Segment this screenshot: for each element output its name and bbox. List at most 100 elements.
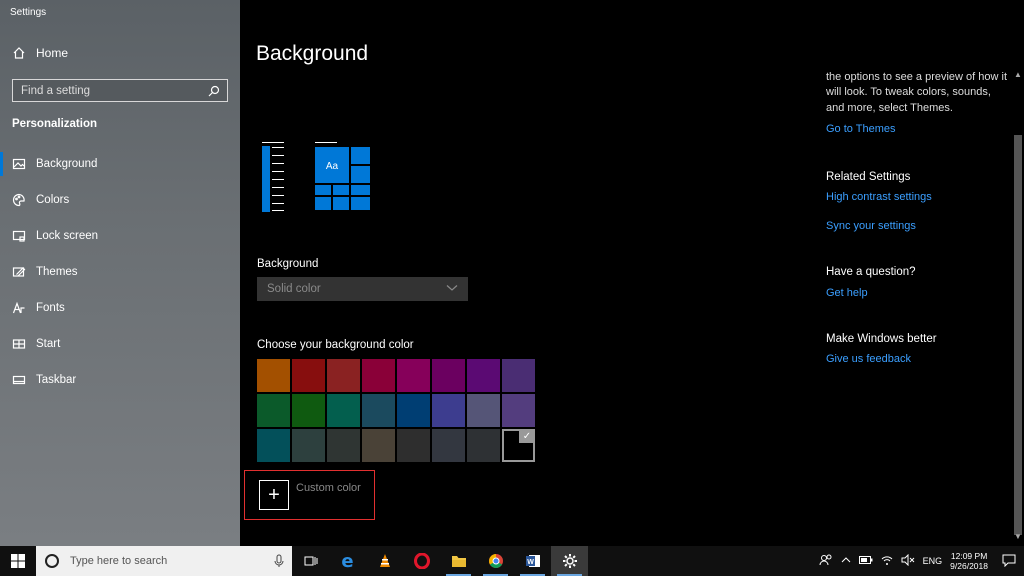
- feedback-link[interactable]: Give us feedback: [826, 352, 1011, 367]
- scrollbar-thumb[interactable]: [1014, 135, 1022, 535]
- color-swatch[interactable]: [397, 394, 430, 427]
- taskbar: e W: [0, 546, 1024, 576]
- sidebar-item-themes[interactable]: Themes: [0, 254, 240, 290]
- page-title: Background: [256, 42, 369, 65]
- color-swatch[interactable]: [362, 429, 395, 462]
- color-swatch[interactable]: [327, 359, 360, 392]
- task-view-icon[interactable]: [292, 546, 329, 576]
- color-swatch[interactable]: [362, 359, 395, 392]
- search-icon[interactable]: [207, 84, 221, 98]
- volume-muted-icon[interactable]: [901, 553, 915, 568]
- color-swatch-grid: ✓: [257, 359, 535, 462]
- taskbar-apps: e W: [292, 546, 588, 576]
- dropdown-value: Solid color: [267, 283, 321, 295]
- color-swatch[interactable]: [327, 429, 360, 462]
- home-label: Home: [36, 46, 69, 60]
- color-swatch[interactable]: [397, 429, 430, 462]
- find-setting-search[interactable]: [12, 79, 228, 102]
- windows-logo-icon: [11, 554, 25, 568]
- color-swatch[interactable]: [257, 429, 290, 462]
- sidebar-item-label: Background: [36, 158, 98, 170]
- color-swatch[interactable]: [257, 394, 290, 427]
- choose-color-label: Choose your background color: [257, 339, 414, 351]
- language-indicator[interactable]: ENG: [923, 556, 943, 566]
- chrome-icon[interactable]: [477, 546, 514, 576]
- edge-icon[interactable]: e: [329, 546, 366, 576]
- file-explorer-icon[interactable]: [440, 546, 477, 576]
- custom-color-label: Custom color: [296, 482, 361, 494]
- themes-icon: [12, 265, 26, 279]
- background-label: Background: [257, 258, 319, 270]
- color-swatch[interactable]: [502, 359, 535, 392]
- color-swatch[interactable]: [432, 359, 465, 392]
- sync-settings-link[interactable]: Sync your settings: [826, 219, 1011, 234]
- scroll-down-icon[interactable]: ▼: [1014, 532, 1022, 541]
- settings-icon[interactable]: [551, 546, 588, 576]
- color-swatch[interactable]: [467, 359, 500, 392]
- find-setting-input[interactable]: [21, 84, 201, 97]
- sidebar-item-label: Taskbar: [36, 374, 77, 386]
- start-icon: [12, 337, 26, 351]
- color-swatch[interactable]: [327, 394, 360, 427]
- checkmark-icon: ✓: [519, 429, 535, 443]
- custom-color-button[interactable]: +: [259, 480, 289, 510]
- sidebar-item-fonts[interactable]: Fonts: [0, 290, 240, 326]
- scroll-up-icon[interactable]: ▲: [1014, 70, 1022, 79]
- color-swatch[interactable]: [467, 394, 500, 427]
- color-swatch[interactable]: [432, 394, 465, 427]
- sidebar-item-start[interactable]: Start: [0, 326, 240, 362]
- intro-text: the options to see a preview of how it w…: [826, 71, 1007, 114]
- scrollbar[interactable]: ▲ ▼: [1012, 0, 1024, 546]
- sidebar-item-lock-screen[interactable]: Lock screen: [0, 218, 240, 254]
- get-help-link[interactable]: Get help: [826, 286, 1011, 301]
- home-link[interactable]: Home: [12, 46, 68, 60]
- main-content: Background Aa Background Solid color Cho…: [240, 0, 1012, 546]
- sidebar-item-colors[interactable]: Colors: [0, 182, 240, 218]
- plus-icon: +: [268, 483, 280, 506]
- make-windows-better-title: Make Windows better: [826, 332, 937, 345]
- go-to-themes-link[interactable]: Go to Themes: [826, 122, 1011, 137]
- svg-text:W: W: [527, 559, 534, 566]
- taskbar-search-input[interactable]: [70, 555, 264, 567]
- high-contrast-link[interactable]: High contrast settings: [826, 190, 1011, 205]
- color-swatch[interactable]: [292, 359, 325, 392]
- vlc-icon[interactable]: [366, 546, 403, 576]
- wifi-icon[interactable]: [881, 554, 893, 568]
- opera-icon[interactable]: [403, 546, 440, 576]
- taskbar-search[interactable]: [36, 546, 292, 576]
- palette-icon: [12, 193, 26, 207]
- start-button[interactable]: [0, 546, 36, 576]
- sidebar-item-label: Lock screen: [36, 230, 99, 242]
- cortana-icon: [45, 554, 59, 568]
- microphone-icon[interactable]: [274, 554, 284, 568]
- chevron-up-icon[interactable]: [841, 556, 851, 566]
- sidebar-item-label: Fonts: [36, 302, 65, 314]
- sidebar-item-taskbar[interactable]: Taskbar: [0, 362, 240, 398]
- color-swatch[interactable]: ✓: [502, 429, 535, 462]
- sidebar-nav: Background Colors Lock screen Themes Fon…: [0, 146, 240, 398]
- word-icon[interactable]: W: [514, 546, 551, 576]
- picture-icon: [12, 157, 26, 171]
- sidebar: Settings Home Personalization Background…: [0, 0, 240, 546]
- action-center-icon[interactable]: [1002, 554, 1016, 569]
- chevron-down-icon: [446, 283, 458, 295]
- sidebar-item-label: Start: [36, 338, 61, 350]
- background-type-dropdown[interactable]: Solid color: [257, 277, 468, 301]
- color-swatch[interactable]: [292, 394, 325, 427]
- clock-date: 9/26/2018: [950, 561, 988, 571]
- sidebar-item-background[interactable]: Background: [0, 146, 240, 182]
- color-swatch[interactable]: [292, 429, 325, 462]
- color-swatch[interactable]: [467, 429, 500, 462]
- lock-screen-icon: [12, 229, 26, 243]
- color-swatch[interactable]: [502, 394, 535, 427]
- color-swatch[interactable]: [362, 394, 395, 427]
- home-icon: [12, 46, 26, 60]
- battery-icon[interactable]: [858, 555, 873, 567]
- clock[interactable]: 12:09 PM 9/26/2018: [950, 551, 988, 571]
- color-swatch[interactable]: [257, 359, 290, 392]
- fonts-icon: [12, 301, 26, 315]
- people-icon[interactable]: [819, 553, 833, 569]
- color-swatch[interactable]: [432, 429, 465, 462]
- related-settings-title: Related Settings: [826, 170, 911, 183]
- color-swatch[interactable]: [397, 359, 430, 392]
